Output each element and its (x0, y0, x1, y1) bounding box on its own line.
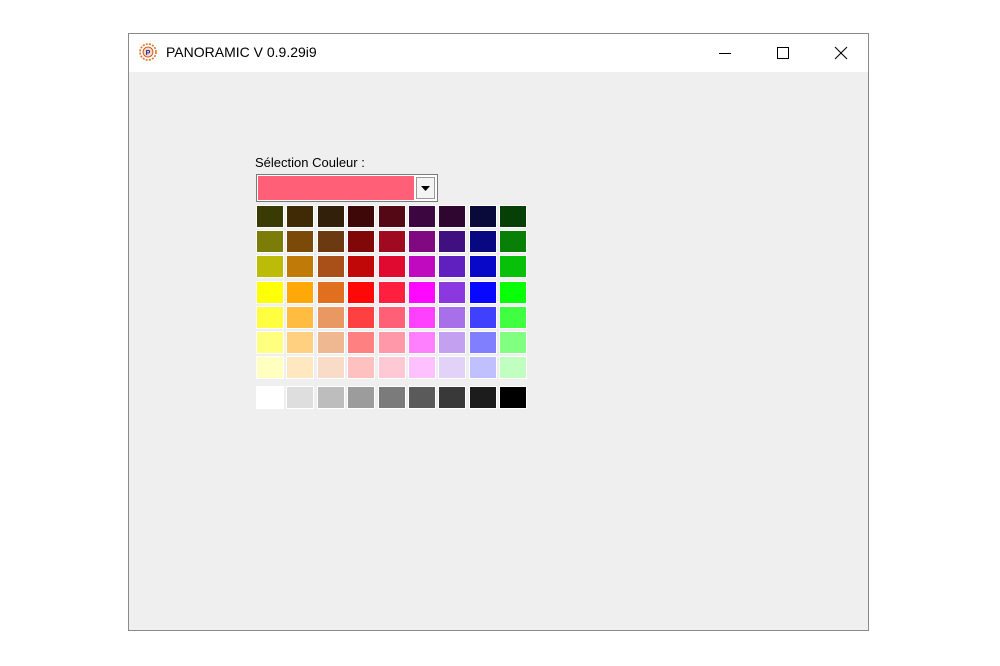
selected-color-swatch (258, 176, 414, 200)
color-swatch[interactable] (378, 255, 406, 278)
color-swatch[interactable] (378, 281, 406, 304)
color-swatch[interactable] (469, 331, 497, 354)
panoramic-app-icon: P (139, 43, 157, 61)
color-swatch[interactable] (286, 306, 314, 329)
close-icon (834, 46, 848, 60)
color-swatch[interactable] (469, 356, 497, 379)
color-swatch[interactable] (499, 205, 527, 228)
color-swatch[interactable] (408, 306, 436, 329)
color-swatch[interactable] (469, 205, 497, 228)
color-swatch[interactable] (256, 331, 284, 354)
color-swatch[interactable] (347, 255, 375, 278)
color-swatch[interactable] (256, 230, 284, 253)
color-swatch[interactable] (347, 331, 375, 354)
color-swatch[interactable] (438, 205, 466, 228)
svg-text:P: P (146, 50, 151, 57)
app-window: P PANORAMIC V 0.9.29i9 Sélection Couleur… (128, 33, 869, 631)
color-swatch[interactable] (469, 386, 497, 409)
color-swatch[interactable] (256, 306, 284, 329)
color-swatch[interactable] (286, 281, 314, 304)
color-swatch[interactable] (378, 205, 406, 228)
color-swatch[interactable] (378, 356, 406, 379)
color-swatch[interactable] (378, 306, 406, 329)
color-swatch[interactable] (347, 306, 375, 329)
color-swatch[interactable] (408, 205, 436, 228)
color-palette (256, 205, 531, 412)
color-swatch[interactable] (286, 331, 314, 354)
color-swatch[interactable] (256, 255, 284, 278)
maximize-button[interactable] (754, 34, 812, 72)
color-swatch[interactable] (408, 356, 436, 379)
color-swatch[interactable] (469, 281, 497, 304)
color-swatch[interactable] (499, 306, 527, 329)
title-bar[interactable]: P PANORAMIC V 0.9.29i9 (129, 34, 868, 72)
color-swatch[interactable] (469, 255, 497, 278)
minimize-button[interactable] (696, 34, 754, 72)
color-swatch[interactable] (408, 281, 436, 304)
dropdown-button[interactable] (416, 177, 435, 199)
close-button[interactable] (812, 34, 870, 72)
color-swatch[interactable] (408, 230, 436, 253)
color-swatch[interactable] (317, 306, 345, 329)
color-swatch[interactable] (286, 356, 314, 379)
color-swatch[interactable] (347, 281, 375, 304)
color-swatch[interactable] (499, 255, 527, 278)
color-swatch[interactable] (408, 386, 436, 409)
color-swatch[interactable] (378, 386, 406, 409)
chevron-down-icon (421, 186, 430, 191)
color-swatch[interactable] (347, 230, 375, 253)
color-swatch[interactable] (286, 230, 314, 253)
client-area: Sélection Couleur : (129, 72, 868, 630)
color-combobox[interactable] (256, 174, 438, 202)
color-swatch[interactable] (347, 386, 375, 409)
color-swatch[interactable] (317, 230, 345, 253)
color-swatch[interactable] (438, 230, 466, 253)
color-swatch[interactable] (256, 281, 284, 304)
color-swatch[interactable] (286, 255, 314, 278)
color-swatch[interactable] (469, 230, 497, 253)
color-swatch[interactable] (499, 331, 527, 354)
color-swatch[interactable] (256, 386, 284, 409)
color-swatch[interactable] (408, 255, 436, 278)
maximize-icon (777, 47, 789, 59)
color-swatch[interactable] (347, 205, 375, 228)
color-swatch[interactable] (499, 230, 527, 253)
color-swatch[interactable] (286, 205, 314, 228)
minimize-icon (719, 53, 731, 54)
color-swatch[interactable] (438, 331, 466, 354)
color-swatch[interactable] (286, 386, 314, 409)
color-swatch[interactable] (499, 356, 527, 379)
color-swatch[interactable] (438, 356, 466, 379)
color-swatch[interactable] (378, 331, 406, 354)
color-swatch[interactable] (438, 386, 466, 409)
color-swatch[interactable] (317, 356, 345, 379)
color-swatch[interactable] (256, 356, 284, 379)
color-swatch[interactable] (438, 281, 466, 304)
color-swatch[interactable] (317, 281, 345, 304)
color-swatch[interactable] (317, 386, 345, 409)
color-swatch[interactable] (317, 255, 345, 278)
color-swatch[interactable] (469, 306, 497, 329)
window-title: PANORAMIC V 0.9.29i9 (166, 44, 317, 60)
color-swatch[interactable] (438, 306, 466, 329)
color-swatch[interactable] (499, 386, 527, 409)
color-swatch[interactable] (347, 356, 375, 379)
color-swatch[interactable] (317, 331, 345, 354)
color-swatch[interactable] (317, 205, 345, 228)
color-swatch[interactable] (256, 205, 284, 228)
color-swatch[interactable] (499, 281, 527, 304)
color-swatch[interactable] (378, 230, 406, 253)
color-swatch[interactable] (408, 331, 436, 354)
color-swatch[interactable] (438, 255, 466, 278)
color-selection-label: Sélection Couleur : (255, 155, 365, 170)
